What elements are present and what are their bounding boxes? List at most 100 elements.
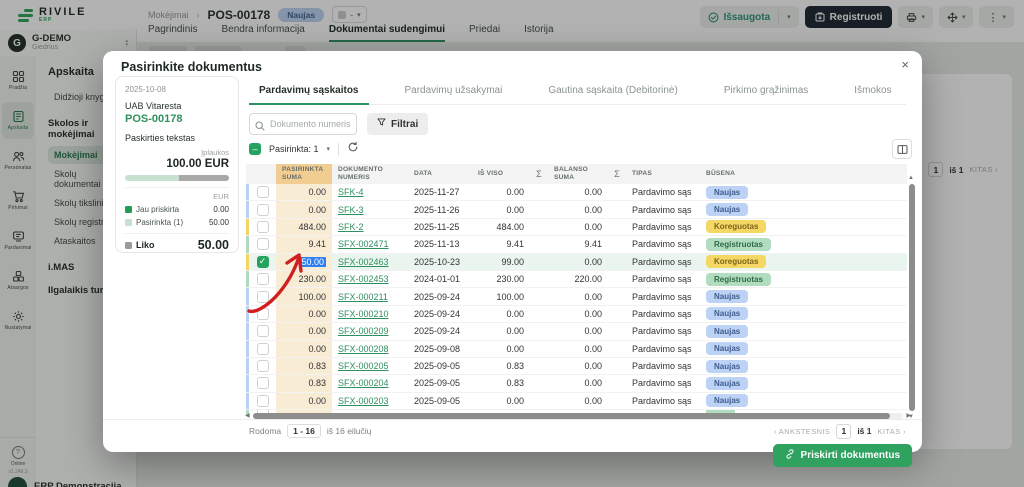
row-selected-sum[interactable]: 0.00 <box>276 184 332 200</box>
row-total: 484.00 <box>472 219 530 235</box>
search-icon <box>255 118 265 136</box>
table-row[interactable]: 0.00 SFX-000210 2025-09-24 0.00 0.00 Par… <box>246 306 907 323</box>
row-balance: 0.00 <box>548 393 608 409</box>
select-documents-modal: Pasirinkite dokumentus × 2025-10-08 UAB … <box>103 51 922 452</box>
row-total: 0.00 <box>472 393 530 409</box>
modal-footer: Priskirti dokumentus <box>103 419 922 452</box>
table-row[interactable]: 100.00 SFX-000211 2025-09-24 100.00 0.00… <box>246 288 907 305</box>
chevron-down-icon[interactable]: ▾ <box>327 145 331 153</box>
document-link[interactable]: SFK-4 <box>338 187 364 197</box>
document-link[interactable]: SFX-000205 <box>338 361 389 371</box>
modal-tab-pirkimo-grąžinimas[interactable]: Pirkimo grąžinimas <box>714 78 818 105</box>
table-row[interactable]: 9.41 SFX-002471 2025-11-13 9.41 9.41 Par… <box>246 236 907 253</box>
row-selected-sum[interactable]: 0.00 <box>276 201 332 217</box>
col-header-total[interactable]: Iš viso <box>472 164 530 184</box>
table-row[interactable]: 0.00 SFX-000203 2025-09-05 0.00 0.00 Par… <box>246 393 907 410</box>
legend-swatch <box>125 242 132 249</box>
document-link[interactable]: SFX-000208 <box>338 344 389 354</box>
row-checkbox[interactable] <box>257 395 269 407</box>
col-header-balance[interactable]: Balanso suma <box>548 164 608 184</box>
table-row[interactable]: 0.00 SFK-4 2025-11-27 0.00 0.00 Pardavim… <box>246 184 907 201</box>
sum-sigma-icon[interactable]: Σ <box>530 164 548 184</box>
table-row[interactable]: 484.00 SFK-2 2025-11-25 484.00 0.00 Pard… <box>246 219 907 236</box>
status-badge: Naujas <box>706 342 748 355</box>
row-checkbox[interactable] <box>257 186 269 198</box>
currency-label: EUR <box>125 192 229 201</box>
row-checkbox[interactable]: ✓ <box>257 256 269 268</box>
col-header-status[interactable]: Būsena <box>700 164 792 184</box>
modal-tab-išmokos[interactable]: Išmokos <box>844 78 901 105</box>
table-row[interactable]: 0.83 SFX-000204 2025-09-05 0.83 0.00 Par… <box>246 375 907 392</box>
col-header-type[interactable]: Tipas <box>626 164 700 184</box>
payment-date: 2025-10-08 <box>125 85 229 94</box>
document-link[interactable]: SFX-000210 <box>338 309 389 319</box>
row-checkbox[interactable] <box>257 377 269 389</box>
document-link[interactable]: SFK-2 <box>338 222 364 232</box>
modal-tab-gautina-sąskaita-debitorinė-[interactable]: Gautina sąskaita (Debitorinė) <box>538 78 688 105</box>
status-badge: Registruotas <box>706 238 771 251</box>
row-checkbox[interactable] <box>257 273 269 285</box>
document-link[interactable]: SFX-000209 <box>338 326 389 336</box>
modal-tab-pardavimų-sąskaitos[interactable]: Pardavimų sąskaitos <box>249 78 369 105</box>
row-selected-sum[interactable]: 0.00 <box>276 341 332 357</box>
legend-swatch <box>125 206 132 213</box>
row-checkbox[interactable] <box>257 360 269 372</box>
row-checkbox[interactable] <box>257 221 269 233</box>
filters-button[interactable]: Filtrai <box>367 113 428 135</box>
payment-summary-card: 2025-10-08 UAB Vitaresta POS-00178 Paski… <box>115 76 239 253</box>
row-selected-sum[interactable]: 50.00 <box>276 254 332 270</box>
col-header-date[interactable]: Data <box>408 164 472 184</box>
row-selected-sum[interactable]: 0.00 <box>276 323 332 339</box>
row-checkbox[interactable] <box>257 291 269 303</box>
row-selected-sum[interactable]: 0.00 <box>276 393 332 409</box>
document-link[interactable]: SFX-002453 <box>338 274 389 284</box>
row-selected-sum[interactable]: 0.00 <box>276 306 332 322</box>
table-row[interactable]: ✓ 50.00 SFX-002463 2025-10-23 99.00 0.00… <box>246 254 907 271</box>
documents-table: Pasirinkta suma Dokumento numeris Data I… <box>246 164 907 415</box>
row-selected-sum[interactable]: 0.83 <box>276 358 332 374</box>
selection-count-label[interactable]: Pasirinkta: 1 <box>269 144 319 154</box>
row-selected-sum[interactable]: 230.00 <box>276 271 332 287</box>
payment-total: 100.00 EUR <box>125 158 229 170</box>
col-header-doc[interactable]: Dokumento numeris <box>332 164 408 184</box>
table-row[interactable]: 0.00 SFX-000209 2025-09-24 0.00 0.00 Par… <box>246 323 907 340</box>
row-checkbox[interactable] <box>257 238 269 250</box>
document-link[interactable]: SFK-3 <box>338 205 364 215</box>
select-all-checkbox[interactable]: – <box>249 143 261 155</box>
table-row[interactable]: 230.00 SFX-002453 2024-01-01 230.00 220.… <box>246 271 907 288</box>
row-checkbox[interactable] <box>257 325 269 337</box>
table-row[interactable]: 0.83 SFX-000205 2025-09-05 0.83 0.00 Par… <box>246 358 907 375</box>
vertical-scrollbar-thumb[interactable] <box>909 184 915 411</box>
document-link[interactable]: SFX-002471 <box>338 239 389 249</box>
refresh-icon[interactable] <box>347 140 359 158</box>
close-icon[interactable]: × <box>901 57 909 72</box>
vertical-scrollbar[interactable]: ▲ ▼ <box>909 184 915 411</box>
document-link[interactable]: SFX-000204 <box>338 378 389 388</box>
row-checkbox[interactable] <box>257 308 269 320</box>
modal-tab-pardavimų-užsakymai[interactable]: Pardavimų užsakymai <box>395 78 513 105</box>
status-badge: Naujas <box>706 377 748 390</box>
col-header-sum[interactable]: Pasirinkta suma <box>276 164 332 184</box>
row-selected-sum[interactable]: 0.83 <box>276 375 332 391</box>
row-total: 0.00 <box>472 306 530 322</box>
row-selected-sum[interactable]: 9.41 <box>276 236 332 252</box>
search-input[interactable] <box>249 113 357 135</box>
document-link[interactable]: SFX-002463 <box>338 257 389 267</box>
row-selected-sum[interactable]: 100.00 <box>276 288 332 304</box>
assign-documents-button[interactable]: Priskirti dokumentus <box>773 444 912 467</box>
sum-sigma-icon[interactable]: Σ <box>608 164 626 184</box>
table-header: Pasirinkta suma Dokumento numeris Data I… <box>246 164 907 184</box>
row-selected-sum[interactable]: 484.00 <box>276 219 332 235</box>
row-checkbox[interactable] <box>257 343 269 355</box>
column-settings-button[interactable] <box>892 139 912 159</box>
payment-company: UAB Vitaresta <box>125 101 229 111</box>
row-type: Pardavimo sąs <box>626 184 700 200</box>
table-row[interactable]: 0.00 SFK-3 2025-11-26 0.00 0.00 Pardavim… <box>246 201 907 218</box>
row-date: 2025-09-08 <box>408 341 472 357</box>
document-link[interactable]: SFX-000211 <box>338 292 388 302</box>
status-badge: Naujas <box>706 394 748 407</box>
document-link[interactable]: SFX-000203 <box>338 396 389 406</box>
row-date: 2025-09-05 <box>408 358 472 374</box>
row-checkbox[interactable] <box>257 204 269 216</box>
table-row[interactable]: 0.00 SFX-000208 2025-09-08 0.00 0.00 Par… <box>246 341 907 358</box>
